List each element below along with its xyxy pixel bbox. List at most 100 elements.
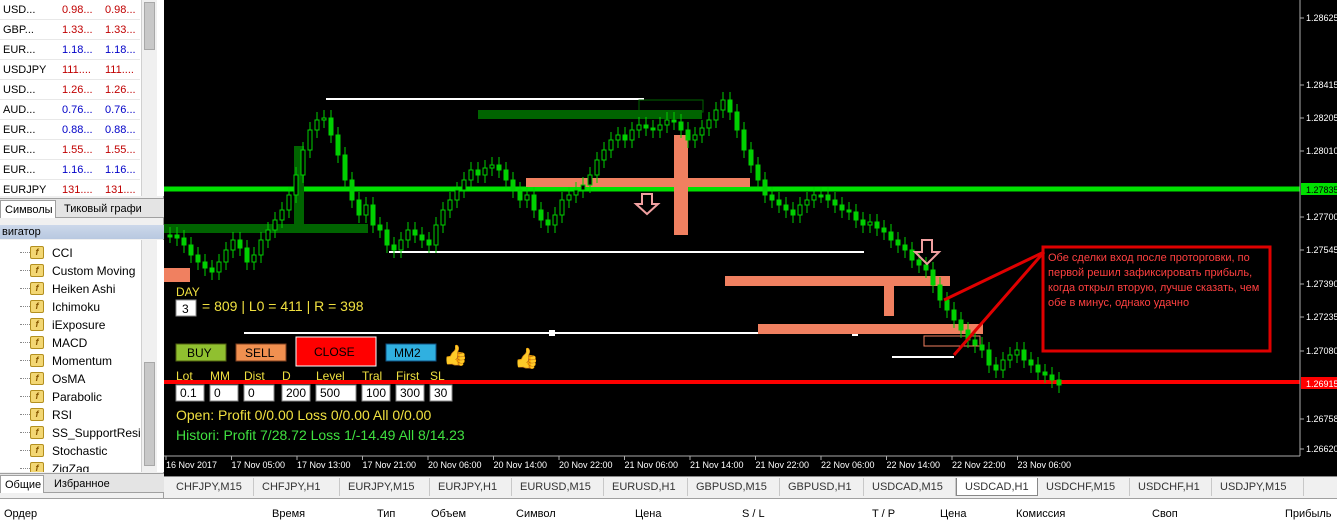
terminal-column-header[interactable]: Объем: [431, 508, 466, 520]
time-label: 21 Nov 22:00: [756, 460, 810, 470]
chart-tab[interactable]: USDCAD,H1: [956, 478, 1038, 496]
navigator-item[interactable]: f Stochastic: [0, 442, 140, 460]
navigator-item[interactable]: f Heiken Ashi: [0, 280, 140, 298]
param-label: Tral: [362, 369, 382, 383]
candle-body: [496, 164, 502, 171]
terminal-column-header[interactable]: Ордер: [4, 508, 37, 520]
chart-tab[interactable]: CHFJPY,M15: [168, 478, 254, 496]
candle-body: [370, 204, 376, 226]
candle-body: [202, 261, 208, 269]
navigator-item-label: CCI: [52, 246, 73, 260]
candle-body: [328, 117, 334, 136]
annotation-pointer: [943, 250, 1045, 302]
candle-body: [727, 99, 733, 113]
terminal-column-header[interactable]: Символ: [516, 508, 556, 520]
market-watch-row[interactable]: GBP... 1.33... 1.33...: [0, 20, 140, 40]
candle-body: [195, 254, 201, 263]
chart-tab[interactable]: GBPUSD,M15: [688, 478, 780, 496]
terminal-column-header[interactable]: Цена: [940, 508, 966, 520]
buy-button-label: BUY: [187, 346, 212, 360]
tab-common[interactable]: Общие: [0, 475, 44, 493]
candle-body: [538, 209, 544, 221]
price-label: 1.27080: [1306, 346, 1337, 356]
param-label: SL: [430, 369, 445, 383]
market-watch-row[interactable]: EURJPY 131.... 131....: [0, 180, 140, 200]
tree-connector: [20, 370, 30, 379]
param-label: Lot: [176, 369, 193, 383]
parameter-panel: Lot 0.1 MM 0 Dist 0 D 200 Level 500 Tral 100 First 30…: [175, 369, 453, 402]
navigator-item[interactable]: f SS_SupportResist: [0, 424, 150, 442]
thumbs-up-icon[interactable]: 👍: [514, 346, 539, 370]
chart-tab[interactable]: EURUSD,H1: [604, 478, 688, 496]
market-watch-row[interactable]: EUR... 1.16... 1.16...: [0, 160, 140, 180]
tab-favorites[interactable]: Избранное: [50, 475, 130, 493]
thumbs-up-icon[interactable]: 👍: [443, 343, 468, 367]
market-watch-row[interactable]: EUR... 1.18... 1.18...: [0, 40, 140, 60]
navigator-item[interactable]: f ZigZag: [0, 460, 140, 472]
sell-arrow-icon: [633, 193, 661, 216]
open-stats: Open: Profit 0/0.00 Loss 0/0.00 All 0/0.…: [176, 407, 431, 423]
terminal-column-header[interactable]: T / P: [872, 508, 895, 520]
time-label: 20 Nov 14:00: [494, 460, 548, 470]
navigator-item[interactable]: f Parabolic: [0, 388, 140, 406]
terminal-column-header[interactable]: Тип: [377, 508, 395, 520]
market-watch-ask: 1.16...: [105, 164, 136, 176]
indicator-icon: f: [30, 408, 44, 421]
terminal-column-header[interactable]: Время: [272, 508, 305, 520]
chart-tab[interactable]: USDCHF,H1: [1130, 478, 1212, 496]
market-watch-row[interactable]: AUD... 0.76... 0.76...: [0, 100, 140, 120]
price-axis[interactable]: [1300, 0, 1337, 476]
terminal-column-header[interactable]: Цена: [635, 508, 661, 520]
candle-body: [342, 154, 348, 181]
market-watch-row[interactable]: EUR... 1.55... 1.55...: [0, 140, 140, 160]
chart-tab[interactable]: EURUSD,M15: [512, 478, 604, 496]
candle-body: [1000, 359, 1006, 371]
chart-tab[interactable]: GBPUSD,H1: [780, 478, 864, 496]
time-label: 23 Nov 06:00: [1018, 460, 1072, 470]
candle-body: [839, 204, 845, 211]
terminal-column-header[interactable]: Прибыль: [1285, 508, 1332, 520]
navigator-item[interactable]: f CCI: [0, 244, 140, 262]
terminal-column-header[interactable]: Своп: [1152, 508, 1178, 520]
tab-tick-chart[interactable]: Тиковый графи: [60, 200, 162, 218]
terminal-column-header[interactable]: S / L: [742, 508, 765, 520]
terminal-column-header[interactable]: Комиссия: [1016, 508, 1065, 520]
navigator-item[interactable]: f iExposure: [0, 316, 140, 334]
level-handle[interactable]: [549, 330, 555, 336]
candle-body: [979, 344, 985, 351]
chart-tab[interactable]: USDJPY,M15: [1212, 478, 1304, 496]
chart-canvas[interactable]: Обе сделки вход после проторговки, по пе…: [164, 0, 1337, 476]
param-value: 0.1: [180, 386, 197, 400]
chart-tab[interactable]: USDCHF,M15: [1038, 478, 1130, 496]
candle-body: [468, 169, 474, 181]
navigator-item[interactable]: f RSI: [0, 406, 140, 424]
scroll-thumb[interactable]: [144, 2, 155, 50]
navigator-item[interactable]: f OsMA: [0, 370, 140, 388]
market-watch-row[interactable]: USDJPY 111.... 111....: [0, 60, 140, 80]
time-label: 22 Nov 22:00: [952, 460, 1006, 470]
market-watch-scrollbar[interactable]: [141, 0, 157, 196]
market-watch-row[interactable]: USD... 1.26... 1.26...: [0, 80, 140, 100]
candle-body: [797, 204, 803, 216]
navigator-item[interactable]: f Ichimoku: [0, 298, 140, 316]
chart-tab[interactable]: USDCAD,M15: [864, 478, 956, 496]
chart-tab[interactable]: CHFJPY,H1: [254, 478, 340, 496]
tab-symbols[interactable]: Символы: [0, 200, 56, 218]
candle-body: [244, 247, 250, 263]
candle-body: [601, 149, 607, 161]
candle-body: [398, 239, 404, 251]
chart-tab[interactable]: EURJPY,H1: [430, 478, 512, 496]
navigator-scrollbar[interactable]: [141, 240, 157, 472]
candle-body: [902, 244, 908, 251]
candle-body: [447, 199, 453, 211]
price-chart[interactable]: Обе сделки вход после проторговки, по пе…: [164, 0, 1337, 476]
chart-tab[interactable]: EURJPY,M15: [340, 478, 430, 496]
scroll-thumb[interactable]: [144, 362, 155, 466]
market-watch-row[interactable]: EUR... 0.88... 0.88...: [0, 120, 140, 140]
market-watch-row[interactable]: USD... 0.98... 0.98...: [0, 0, 140, 20]
candle-body: [972, 339, 978, 346]
navigator-item[interactable]: f MACD: [0, 334, 140, 352]
navigator-item[interactable]: f Custom Moving: [0, 262, 140, 280]
param-label: MM: [210, 369, 230, 383]
navigator-item[interactable]: f Momentum: [0, 352, 140, 370]
